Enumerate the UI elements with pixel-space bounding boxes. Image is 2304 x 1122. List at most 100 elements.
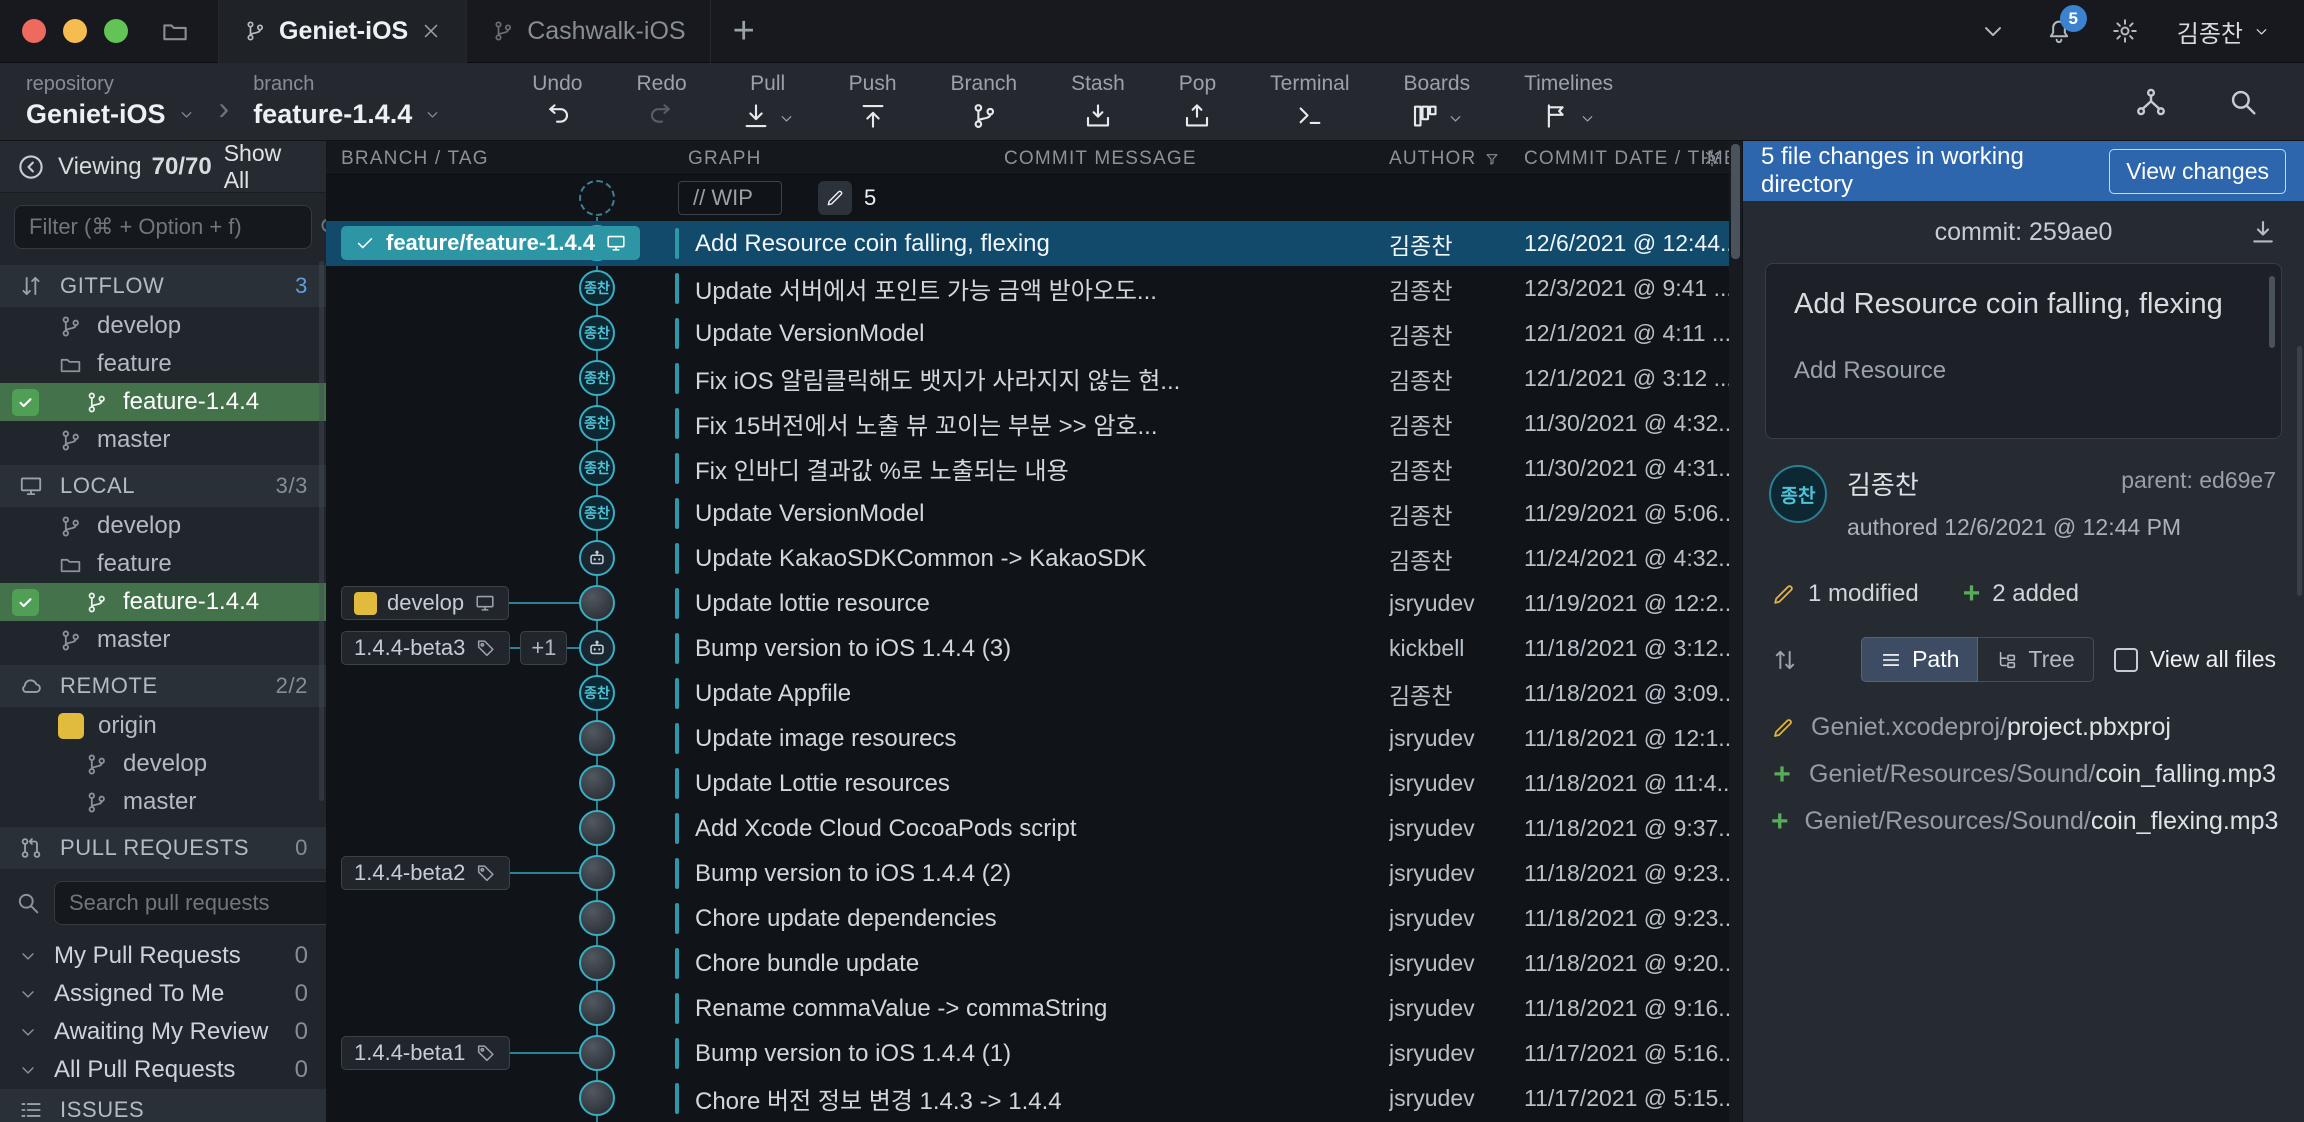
sidebar-item-origin[interactable]: origin xyxy=(0,707,326,745)
sidebar-item-master[interactable]: master xyxy=(0,783,326,821)
commit-avatar[interactable]: 종찬 xyxy=(579,450,615,486)
toolbar-undo-button[interactable]: Undo xyxy=(505,72,609,131)
tree-view-button[interactable]: Tree xyxy=(1978,637,2093,682)
graph-scrollbar[interactable] xyxy=(1729,141,1742,1122)
tag-label-1-4-4-beta1[interactable]: 1.4.4-beta1 xyxy=(341,1036,510,1070)
download-icon[interactable] xyxy=(2248,217,2278,247)
commit-avatar[interactable] xyxy=(579,1035,615,1071)
notifications-button[interactable]: 5 xyxy=(2045,17,2073,45)
dropdown-caret-icon[interactable] xyxy=(778,110,795,127)
commit-avatar[interactable]: 종찬 xyxy=(579,315,615,351)
commit-row[interactable]: 종찬Update 서버에서 포인트 가능 금액 받아오도...김종찬12/3/2… xyxy=(326,266,1742,311)
toolbar-timelines-button[interactable]: Timelines xyxy=(1497,72,1640,131)
toolbar-pull-button[interactable]: Pull xyxy=(714,72,822,131)
pr-group-assigned-to-me[interactable]: Assigned To Me0 xyxy=(0,975,326,1013)
sort-icon[interactable] xyxy=(1771,646,1799,674)
commit-avatar[interactable]: 종찬 xyxy=(579,270,615,306)
commit-row[interactable]: Chore 버전 정보 변경 1.4.3 -> 1.4.4jsryudev11/… xyxy=(326,1076,1742,1121)
commit-avatar[interactable] xyxy=(579,990,615,1026)
gear-icon[interactable] xyxy=(2111,17,2139,45)
pencil-icon[interactable] xyxy=(818,181,852,215)
sidebar-item-develop[interactable]: develop xyxy=(0,745,326,783)
graph-scrollbar-thumb[interactable] xyxy=(1731,144,1740,259)
commit-row[interactable]: 종찬Fix 인바디 결과값 %로 노출되는 내용김종찬11/30/2021 @ … xyxy=(326,446,1742,491)
commit-row[interactable]: 1.4.4-beta2Bump version to iOS 1.4.4 (2)… xyxy=(326,851,1742,896)
repo-folder-icon[interactable] xyxy=(160,16,190,46)
branch-picker[interactable]: branch feature-1.4.4 xyxy=(253,73,441,130)
commit-row[interactable]: 종찬Update VersionModel김종찬12/1/2021 @ 4:11… xyxy=(326,311,1742,356)
ref-more-chip[interactable]: +1 xyxy=(520,631,567,665)
back-icon[interactable] xyxy=(16,152,46,182)
new-tab-button[interactable]: + xyxy=(733,12,755,50)
detail-scrollbar[interactable] xyxy=(2297,346,2302,596)
commit-avatar-robot[interactable] xyxy=(579,540,615,576)
message-scrollbar-thumb[interactable] xyxy=(2269,276,2275,348)
sidebar-item-master[interactable]: master xyxy=(0,421,326,459)
close-window-button[interactable] xyxy=(22,19,46,43)
view-changes-button[interactable]: View changes xyxy=(2109,149,2286,194)
tab-cashwalk-ios[interactable]: Cashwalk-iOS xyxy=(466,0,710,63)
commit-avatar[interactable]: 종찬 xyxy=(579,360,615,396)
toolbar-boards-button[interactable]: Boards xyxy=(1377,72,1498,131)
commit-row[interactable]: developUpdate lottie resourcejsryudev11/… xyxy=(326,581,1742,626)
filter-input[interactable] xyxy=(29,214,317,240)
file-row[interactable]: Geniet.xcodeproj/project.pbxproj xyxy=(1743,704,2304,751)
file-row[interactable]: +Geniet/Resources/Sound/coin_flexing.mp3 xyxy=(1743,798,2304,845)
wip-row[interactable]: // WIP5 xyxy=(326,175,1742,221)
branch-label-feature-feature-1-4-4[interactable]: feature/feature-1.4.4 xyxy=(341,226,640,260)
column-settings-gear-icon[interactable] xyxy=(1702,148,1722,168)
commit-row[interactable]: Add Xcode Cloud CocoaPods scriptjsryudev… xyxy=(326,806,1742,851)
commit-avatar-robot[interactable] xyxy=(579,630,615,666)
parent-hash[interactable]: parent: ed69e7 xyxy=(2121,467,2276,494)
path-view-button[interactable]: Path xyxy=(1861,637,1978,682)
file-row[interactable]: +Geniet/Resources/Sound/coin_falling.mp3 xyxy=(1743,751,2304,798)
user-menu[interactable]: 김종찬 xyxy=(2177,14,2270,49)
section-issues[interactable]: ISSUES xyxy=(0,1089,326,1122)
column-author[interactable]: AUTHOR xyxy=(1389,148,1500,170)
sidebar-item-feature-1-4-4[interactable]: feature-1.4.4 xyxy=(0,583,326,621)
chevron-down-icon[interactable] xyxy=(1979,17,2007,45)
commit-avatar[interactable]: 종찬 xyxy=(579,675,615,711)
column-commit-message[interactable]: COMMIT MESSAGE xyxy=(1004,148,1197,170)
search-icon[interactable] xyxy=(2226,85,2260,119)
commit-message-box[interactable]: Add Resource coin falling, flexing Add R… xyxy=(1765,263,2282,439)
toolbar-push-button[interactable]: Push xyxy=(822,72,924,131)
filter-box[interactable] xyxy=(14,205,312,249)
pr-search-box[interactable] xyxy=(54,881,326,925)
commit-row[interactable]: 종찬Update Appfile김종찬11/18/2021 @ 3:09... xyxy=(326,671,1742,716)
sidebar-item-feature-1-4-4[interactable]: feature-1.4.4 xyxy=(0,383,326,421)
commit-row[interactable]: 종찬Update VersionModel김종찬11/29/2021 @ 5:0… xyxy=(326,491,1742,536)
commit-avatar[interactable] xyxy=(579,855,615,891)
toolbar-redo-button[interactable]: Redo xyxy=(609,72,713,131)
dropdown-caret-icon[interactable] xyxy=(1579,110,1596,127)
sidebar-item-master[interactable]: master xyxy=(0,621,326,659)
commit-row[interactable]: Rename commaValue -> commaStringjsryudev… xyxy=(326,986,1742,1031)
pr-search-input[interactable] xyxy=(69,890,326,916)
tag-label-1-4-4-beta2[interactable]: 1.4.4-beta2 xyxy=(341,856,510,890)
commit-row[interactable]: Update KakaoSDKCommon -> KakaoSDK김종찬11/2… xyxy=(326,536,1742,581)
commit-row[interactable]: Chore update dependenciesjsryudev11/18/2… xyxy=(326,896,1742,941)
dropdown-caret-icon[interactable] xyxy=(1447,110,1464,127)
section-pull-requests[interactable]: PULL REQUESTS0 xyxy=(0,827,326,869)
section-remote[interactable]: REMOTE2/2 xyxy=(0,665,326,707)
zoom-window-button[interactable] xyxy=(104,19,128,43)
commit-row[interactable]: 종찬Fix 15버전에서 노출 뷰 꼬이는 부분 >> 암호...김종찬11/3… xyxy=(326,401,1742,446)
workspace-hub-icon[interactable] xyxy=(2134,85,2168,119)
tab-geniet-ios[interactable]: Geniet-iOS xyxy=(218,0,466,63)
commit-avatar[interactable] xyxy=(579,765,615,801)
column-branch-tag[interactable]: BRANCH / TAG xyxy=(341,148,489,170)
pr-group-my-pull-requests[interactable]: My Pull Requests0 xyxy=(0,937,326,975)
toolbar-terminal-button[interactable]: Terminal xyxy=(1243,72,1376,131)
repository-picker[interactable]: repository Geniet-iOS xyxy=(26,73,195,130)
commit-avatar[interactable]: 종찬 xyxy=(579,405,615,441)
commit-row[interactable]: Update Lottie resourcesjsryudev11/18/202… xyxy=(326,761,1742,806)
commit-row[interactable]: Chore bundle updatejsryudev11/18/2021 @ … xyxy=(326,941,1742,986)
toolbar-stash-button[interactable]: Stash xyxy=(1044,72,1152,131)
commit-row[interactable]: 1.4.4-beta3+1Bump version to iOS 1.4.4 (… xyxy=(326,626,1742,671)
tag-label-1-4-4-beta3[interactable]: 1.4.4-beta3 xyxy=(341,631,510,665)
wip-node-icon[interactable] xyxy=(579,180,615,216)
toolbar-pop-button[interactable]: Pop xyxy=(1152,72,1243,131)
view-all-files-toggle[interactable]: View all files xyxy=(2114,646,2276,673)
checkbox[interactable] xyxy=(2114,648,2138,672)
commit-avatar[interactable] xyxy=(579,720,615,756)
